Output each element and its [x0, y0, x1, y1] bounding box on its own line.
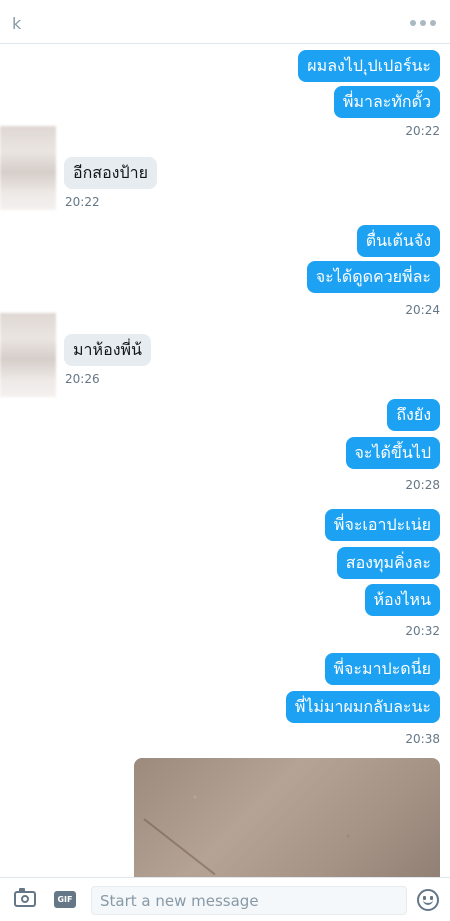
message-timestamp: 20:24 — [405, 303, 440, 317]
more-dot — [430, 20, 436, 26]
emoji-mouth — [423, 899, 433, 905]
message-bubble-outgoing[interactable]: พี่จะมาปะดนี่ย — [324, 653, 440, 685]
message-bubble-incoming[interactable]: มาห้องพี่น้ — [64, 334, 151, 366]
message-bubble-outgoing[interactable]: จะได้ดูดควยพี่ละ — [306, 261, 440, 293]
emoji-icon[interactable] — [417, 889, 439, 911]
message-timestamp: 20:22 — [65, 195, 100, 209]
message-bubble-outgoing[interactable]: พี่มาละทักดั้ว — [333, 86, 440, 118]
more-dot — [420, 20, 426, 26]
avatar[interactable] — [0, 313, 56, 397]
message-bubble-outgoing[interactable]: ห้องไหน — [364, 584, 440, 616]
message-bubble-outgoing[interactable]: พี่ไม่มาผมกลับละนะ — [285, 691, 440, 723]
message-timestamp: 20:32 — [405, 624, 440, 638]
message-bubble-outgoing[interactable]: สองทุมคิ่งละ — [336, 547, 440, 579]
conversation-header: k — [0, 0, 450, 44]
message-timestamp: 20:38 — [405, 732, 440, 746]
message-timestamp: 20:28 — [405, 478, 440, 492]
message-thread[interactable]: ผมลงไป.ุปเปอร์นะ พี่มาละทักดั้ว 20:22 อี… — [0, 44, 450, 877]
more-horizontal-icon[interactable] — [410, 20, 436, 26]
message-timestamp: 20:26 — [65, 372, 100, 386]
message-input[interactable] — [91, 886, 407, 915]
more-dot — [410, 20, 416, 26]
message-bubble-outgoing[interactable]: ผมลงไป.ุปเปอร์นะ — [298, 50, 440, 82]
conversation-title: k — [12, 14, 22, 33]
avatar[interactable] — [0, 126, 56, 210]
message-image[interactable] — [134, 758, 440, 877]
message-bubble-outgoing[interactable]: พี่จะเอาปะเน่ย — [324, 509, 440, 541]
message-bubble-incoming[interactable]: อีกสองป้าย — [64, 157, 157, 189]
photo-texture — [143, 818, 216, 876]
message-bubble-outgoing[interactable]: ถึงยัง — [387, 399, 440, 431]
gif-button[interactable]: GIF — [54, 891, 76, 908]
message-bubble-outgoing[interactable]: จะได้ขึ้นไป — [345, 437, 440, 469]
camera-icon[interactable] — [14, 888, 36, 907]
message-timestamp: 20:22 — [405, 124, 440, 138]
message-bubble-outgoing[interactable]: ตื่นเต้นจัง — [356, 225, 440, 257]
message-composer: GIF — [0, 877, 450, 921]
